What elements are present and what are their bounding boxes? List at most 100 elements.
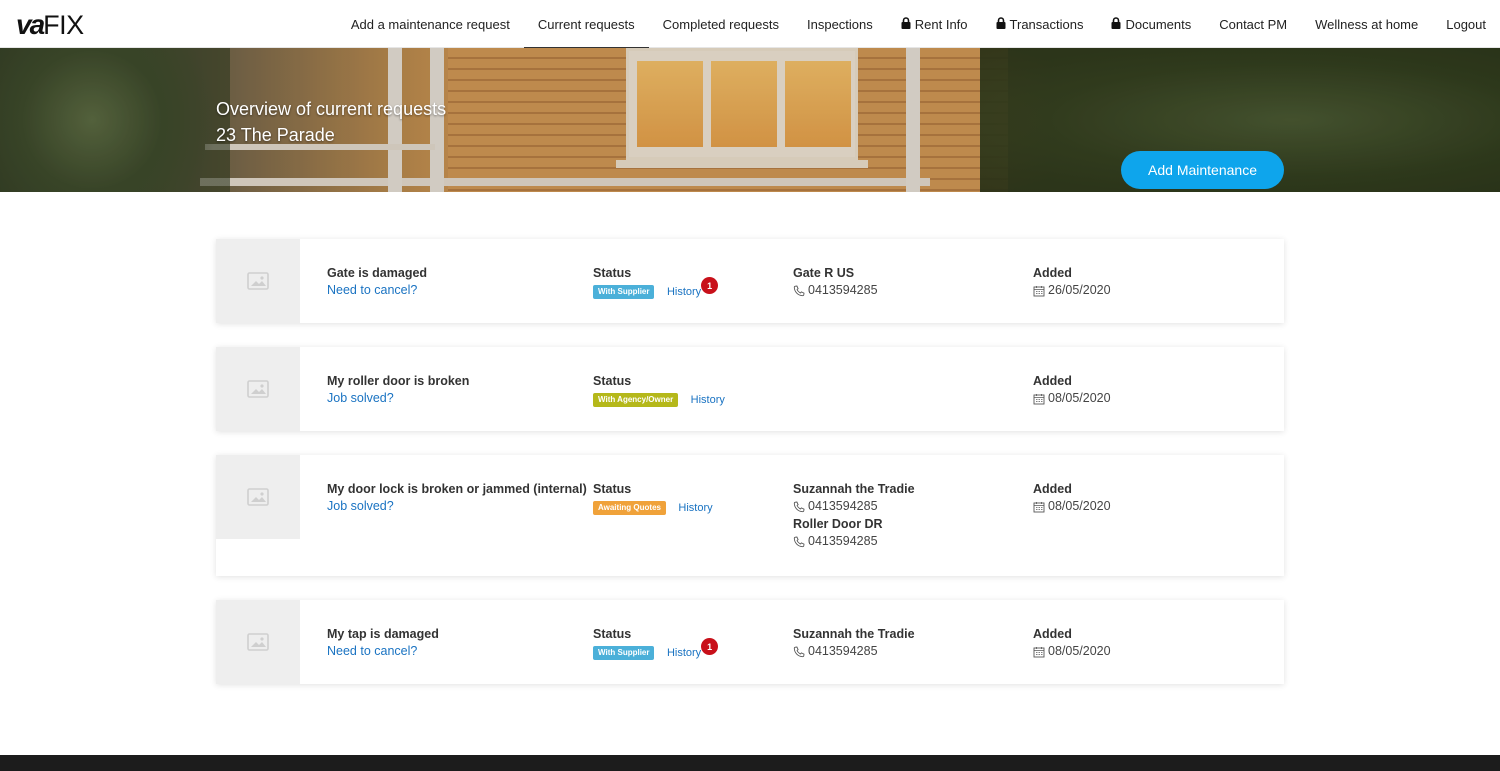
notification-badge: 1 xyxy=(701,277,719,294)
request-thumbnail xyxy=(216,347,300,431)
nav-menu: Add a maintenance request Current reques… xyxy=(337,0,1500,49)
hero-heading: Overview of current requests 23 The Para… xyxy=(216,96,446,148)
nav-label: Wellness at home xyxy=(1315,16,1419,32)
nav-contact-pm[interactable]: Contact PM xyxy=(1205,0,1301,48)
contact-phone[interactable]: 0413594285 xyxy=(793,532,1013,551)
vafix-logo[interactable]: va FIX xyxy=(16,9,84,40)
nav-wellness-at-home[interactable]: Wellness at home xyxy=(1301,0,1432,48)
calendar-icon xyxy=(1033,501,1045,512)
request-title: Gate is damaged xyxy=(327,266,428,280)
cancel-request-link[interactable]: Need to cancel? xyxy=(327,642,597,661)
nav-add-maintenance-request[interactable]: Add a maintenance request xyxy=(337,0,524,48)
added-label: Added xyxy=(1033,374,1072,388)
lock-icon xyxy=(901,17,911,29)
nav-label: Completed requests xyxy=(662,16,779,32)
status-badge: With Agency/Owner xyxy=(593,393,679,407)
nav-label: Inspections xyxy=(807,16,873,32)
request-card: Gate is damaged Need to cancel? Status W… xyxy=(216,239,1284,323)
lock-icon xyxy=(996,17,1006,29)
history-link[interactable]: History 1 xyxy=(666,277,719,298)
nav-rent-info[interactable]: Rent Info xyxy=(887,0,982,48)
status-label: Status xyxy=(593,266,632,280)
calendar-icon xyxy=(1033,393,1045,404)
history-label: History xyxy=(666,647,702,659)
nav-inspections[interactable]: Inspections xyxy=(793,0,887,48)
added-date: 08/05/2020 xyxy=(1048,391,1111,405)
history-label: History xyxy=(678,502,713,514)
status-badge: Awaiting Quotes xyxy=(593,501,666,515)
nav-label: Contact PM xyxy=(1219,16,1288,32)
notification-badge: 1 xyxy=(701,638,719,655)
contact-name: Suzannah the Tradie xyxy=(793,482,915,496)
phone-icon xyxy=(793,536,805,547)
history-label: History xyxy=(690,394,725,406)
image-placeholder-icon xyxy=(247,380,269,398)
calendar-icon xyxy=(1033,646,1045,657)
nav-label: Add a maintenance request xyxy=(350,16,510,32)
nav-label: Rent Info xyxy=(914,16,968,32)
calendar-icon xyxy=(1033,285,1045,296)
top-nav: va FIX Add a maintenance request Current… xyxy=(0,0,1500,49)
added-label: Added xyxy=(1033,482,1072,496)
contact-phone[interactable]: 0413594285 xyxy=(793,497,1013,516)
nav-logout[interactable]: Logout xyxy=(1432,0,1500,48)
nav-completed-requests[interactable]: Completed requests xyxy=(649,0,793,48)
phone-number: 0413594285 xyxy=(808,283,878,297)
nav-label: Logout xyxy=(1446,16,1486,32)
history-link[interactable]: History 1 xyxy=(666,638,719,659)
image-placeholder-icon xyxy=(247,488,269,506)
image-placeholder-icon xyxy=(247,633,269,651)
page-footer xyxy=(0,755,1500,771)
request-card: My roller door is broken Job solved? Sta… xyxy=(216,347,1284,431)
contact-name: Roller Door DR xyxy=(793,517,883,531)
request-title: My door lock is broken or jammed (intern… xyxy=(327,482,587,496)
logo-va: va xyxy=(16,9,45,40)
status-badge: With Supplier xyxy=(593,646,655,660)
request-title: My tap is damaged xyxy=(327,627,439,641)
hero-banner: Overview of current requests 23 The Para… xyxy=(0,48,1500,192)
nav-current-requests[interactable]: Current requests xyxy=(523,0,649,49)
history-label: History xyxy=(666,286,702,298)
added-label: Added xyxy=(1033,627,1072,641)
phone-icon xyxy=(793,285,805,296)
logo-fix: FIX xyxy=(43,10,84,40)
page-title: Overview of current requests xyxy=(216,99,447,119)
request-card: My door lock is broken or jammed (intern… xyxy=(216,455,1284,576)
request-thumbnail xyxy=(216,239,300,323)
history-link[interactable]: History xyxy=(678,502,712,514)
nav-label: Documents xyxy=(1125,16,1192,32)
phone-number: 0413594285 xyxy=(808,534,878,548)
request-thumbnail xyxy=(216,455,300,539)
lock-icon xyxy=(1111,17,1121,29)
contact-name: Suzannah the Tradie xyxy=(793,627,915,641)
property-address: 23 The Parade xyxy=(216,125,335,145)
contact-name: Gate R US xyxy=(793,266,855,280)
phone-icon xyxy=(793,501,805,512)
cancel-request-link[interactable]: Need to cancel? xyxy=(327,281,597,300)
request-card: My tap is damaged Need to cancel? Status… xyxy=(216,600,1284,684)
added-date: 26/05/2020 xyxy=(1048,283,1111,297)
request-thumbnail xyxy=(216,600,300,684)
status-label: Status xyxy=(593,374,632,388)
history-link[interactable]: History xyxy=(691,394,725,406)
nav-label: Current requests xyxy=(537,16,635,32)
contact-phone[interactable]: 0413594285 xyxy=(793,642,1013,661)
add-maintenance-button[interactable]: Add Maintenance xyxy=(1121,151,1284,189)
added-label: Added xyxy=(1033,266,1072,280)
job-solved-link[interactable]: Job solved? xyxy=(327,389,597,408)
added-date: 08/05/2020 xyxy=(1048,644,1111,658)
added-date: 08/05/2020 xyxy=(1048,499,1111,513)
phone-number: 0413594285 xyxy=(808,644,878,658)
status-badge: With Supplier xyxy=(593,285,655,299)
contact-phone[interactable]: 0413594285 xyxy=(793,281,1013,300)
image-placeholder-icon xyxy=(247,272,269,290)
phone-number: 0413594285 xyxy=(808,499,878,513)
job-solved-link[interactable]: Job solved? xyxy=(327,497,597,516)
phone-icon xyxy=(793,646,805,657)
status-label: Status xyxy=(593,482,632,496)
request-title: My roller door is broken xyxy=(327,374,470,388)
nav-label: Transactions xyxy=(1009,16,1084,32)
nav-documents[interactable]: Documents xyxy=(1097,0,1205,48)
status-label: Status xyxy=(593,627,632,641)
nav-transactions[interactable]: Transactions xyxy=(982,0,1098,48)
